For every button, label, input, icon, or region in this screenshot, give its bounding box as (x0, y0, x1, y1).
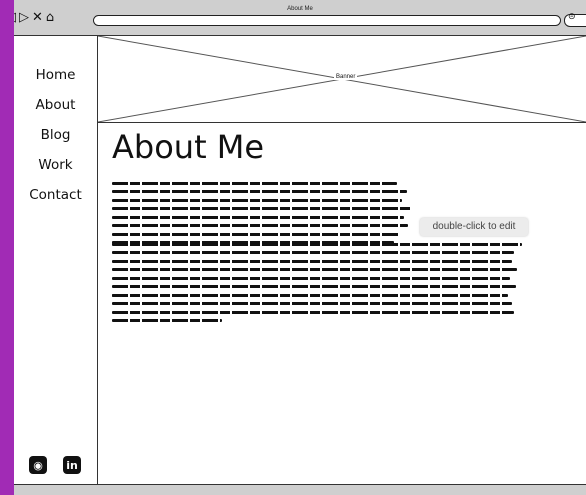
paragraph-1 (112, 182, 412, 250)
text-line (112, 251, 514, 255)
nav-about[interactable]: About (14, 94, 97, 124)
banner-label: Banner (334, 74, 358, 80)
browser-toolbar: About Me ◁ ▷ ✕ ⌂ ⊝ (14, 0, 586, 36)
sidebar: Home About Blog Work Contact ◉ in (14, 36, 98, 484)
text-line (112, 268, 517, 272)
status-bar (14, 484, 586, 495)
nav-home[interactable]: Home (14, 64, 97, 94)
close-icon[interactable]: ✕ (32, 10, 43, 26)
text-line (112, 285, 516, 289)
text-line (112, 190, 407, 194)
text-line (112, 198, 402, 202)
browser-window: About Me ◁ ▷ ✕ ⌂ ⊝ Home About Blog Work … (14, 0, 586, 495)
paragraph-3 (112, 294, 532, 328)
linkedin-icon[interactable]: in (63, 456, 81, 474)
home-icon[interactable]: ⌂ (46, 10, 54, 26)
page-title: About Me (112, 128, 265, 166)
search-icon: ⊝ (568, 12, 576, 22)
text-line (112, 294, 508, 297)
edit-tooltip: double-click to edit (420, 218, 528, 236)
text-line (112, 310, 514, 314)
nav-contact[interactable]: Contact (14, 184, 97, 214)
banner-placeholder: Banner (98, 36, 586, 123)
text-line (112, 182, 397, 185)
github-icon[interactable]: ◉ (29, 456, 47, 474)
text-line (112, 243, 522, 246)
nav-blog[interactable]: Blog (14, 124, 97, 154)
text-line (112, 232, 400, 236)
window-title: About Me (287, 6, 313, 12)
search-field[interactable]: ⊝ (564, 12, 586, 27)
sidebar-nav: Home About Blog Work Contact (14, 64, 97, 214)
text-line (112, 215, 404, 219)
text-line (112, 276, 510, 280)
back-icon[interactable]: ◁ (14, 10, 16, 26)
url-bar[interactable] (93, 15, 561, 26)
text-line (112, 302, 512, 306)
social-links: ◉ in (29, 456, 81, 474)
text-line (112, 319, 222, 323)
text-line (112, 207, 412, 211)
text-line (112, 259, 512, 263)
text-line (112, 224, 408, 228)
nav-work[interactable]: Work (14, 154, 97, 184)
forward-icon[interactable]: ▷ (19, 10, 29, 26)
nav-controls: ◁ ▷ ✕ ⌂ (14, 10, 54, 26)
